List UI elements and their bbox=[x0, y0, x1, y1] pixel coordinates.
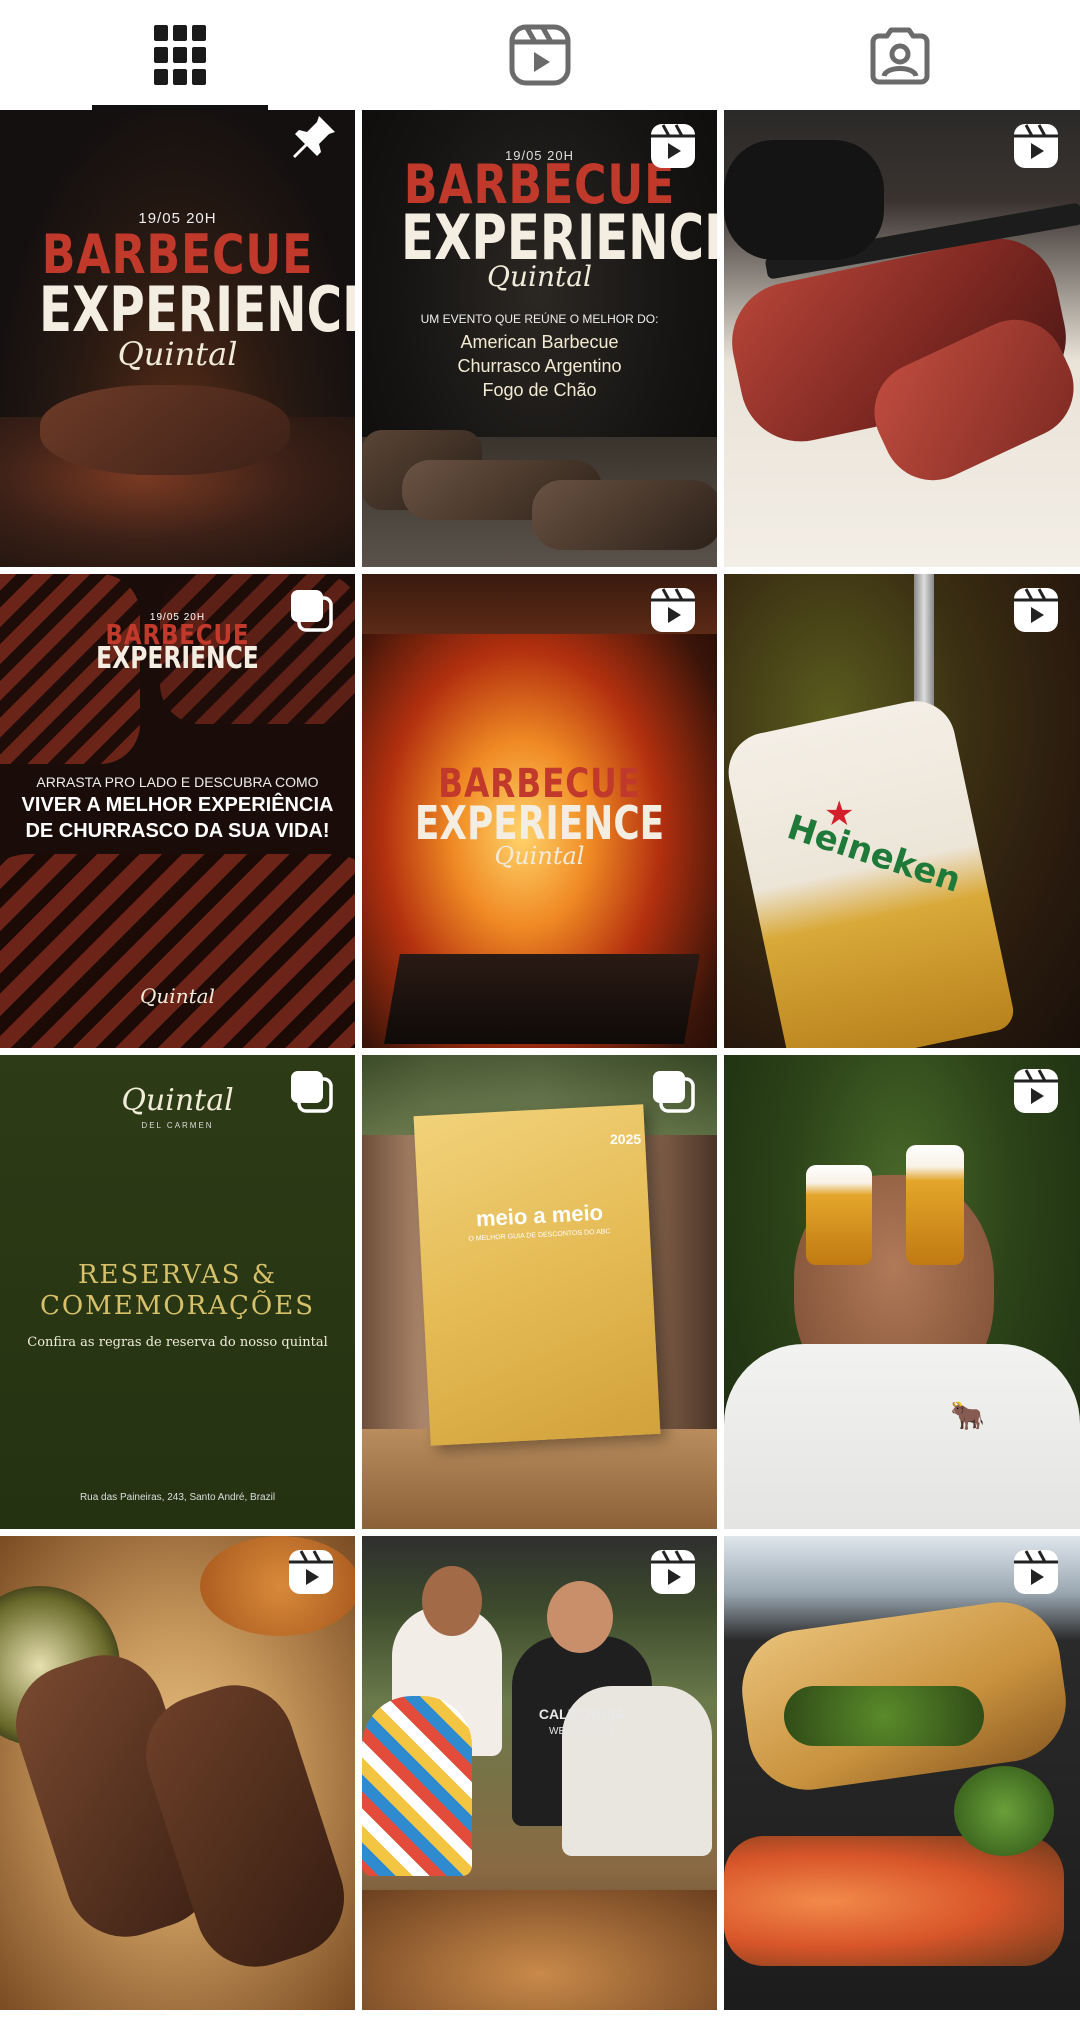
reel-icon bbox=[649, 586, 697, 634]
post-title-line2: EXPERIENCE bbox=[414, 796, 665, 850]
post-caption: VIVER A MELHOR EXPERIÊNCIA bbox=[21, 794, 334, 816]
reel-icon bbox=[1012, 586, 1060, 634]
shirt-text: CALIFORNIA bbox=[538, 1706, 626, 1722]
post-caption: ARRASTA PRO LADO E DESCUBRA COMO bbox=[36, 774, 319, 790]
post-title-line2: EXPERIENCE bbox=[39, 273, 355, 346]
carousel-icon bbox=[287, 586, 335, 634]
grid-icon bbox=[154, 25, 206, 85]
bull-logo-icon: 🐂 bbox=[950, 1400, 985, 1431]
reel-icon bbox=[1012, 122, 1060, 170]
post-caption: DE CHURRASCO DA SUA VIDA! bbox=[25, 820, 330, 842]
tab-reels[interactable] bbox=[360, 0, 720, 110]
post-tile[interactable] bbox=[724, 110, 1080, 567]
post-title: COMEMORAÇÕES bbox=[39, 1291, 316, 1321]
post-item: Fogo de Chão bbox=[482, 380, 597, 400]
post-item: American Barbecue bbox=[460, 332, 619, 352]
post-brand: Quintal bbox=[494, 842, 585, 870]
post-tile[interactable]: 19/05 20H BARBECUE EXPERIENCE Quintal bbox=[0, 110, 355, 567]
reels-icon bbox=[509, 24, 571, 86]
post-tile[interactable]: 2025 meio a meio O MELHOR GUIA DE DESCON… bbox=[362, 1055, 717, 1529]
tagged-person-icon bbox=[870, 27, 930, 85]
post-subtitle: UM EVENTO QUE REÚNE O MELHOR DO: bbox=[420, 312, 659, 326]
post-tile[interactable] bbox=[0, 1536, 355, 2010]
post-title-line2: EXPERIENCE bbox=[401, 201, 717, 274]
post-tile[interactable]: CALIFORNIA WEST COAST bbox=[362, 1536, 717, 2010]
post-tile[interactable]: 19/05 20H BARBECUE EXPERIENCE ARRASTA PR… bbox=[0, 574, 355, 1048]
post-tile[interactable]: BARBECUE EXPERIENCE Quintal bbox=[362, 574, 717, 1048]
tab-tagged[interactable] bbox=[720, 0, 1080, 110]
post-brand: Quintal bbox=[140, 984, 215, 1008]
post-tile[interactable]: 🐂 bbox=[724, 1055, 1080, 1529]
post-brand-sub: DEL CARMEN bbox=[141, 1121, 214, 1130]
reel-icon bbox=[287, 1548, 335, 1596]
reel-icon bbox=[649, 122, 697, 170]
post-subtitle: Confira as regras de reserva do nosso qu… bbox=[27, 1335, 328, 1350]
reel-icon bbox=[649, 1548, 697, 1596]
shirt-text: WEST COAST bbox=[549, 1726, 615, 1737]
post-brand: Quintal bbox=[487, 260, 592, 293]
pin-icon bbox=[289, 112, 339, 162]
post-title-line2: EXPERIENCE bbox=[96, 641, 259, 676]
post-tile[interactable]: Quintal DEL CARMEN RESERVAS & COMEMORAÇÕ… bbox=[0, 1055, 355, 1529]
carousel-icon bbox=[287, 1067, 335, 1115]
carousel-icon bbox=[649, 1067, 697, 1115]
post-address: Rua das Paineiras, 243, Santo André, Bra… bbox=[79, 1492, 276, 1503]
post-tile[interactable]: 19/05 20H BARBECUE EXPERIENCE Quintal UM… bbox=[362, 110, 717, 567]
post-year: 2025 bbox=[610, 1131, 642, 1147]
tab-posts[interactable] bbox=[0, 0, 360, 110]
post-brand: Quintal bbox=[117, 335, 238, 373]
post-tile[interactable]: Heineken ★ bbox=[724, 574, 1080, 1048]
reel-icon bbox=[1012, 1067, 1060, 1115]
profile-tabs bbox=[0, 0, 1080, 110]
post-item: Churrasco Argentino bbox=[457, 356, 622, 376]
post-tile[interactable] bbox=[724, 1536, 1080, 2010]
post-title: RESERVAS & bbox=[77, 1260, 277, 1290]
red-star-icon: ★ bbox=[824, 795, 855, 833]
reel-icon bbox=[1012, 1548, 1060, 1596]
